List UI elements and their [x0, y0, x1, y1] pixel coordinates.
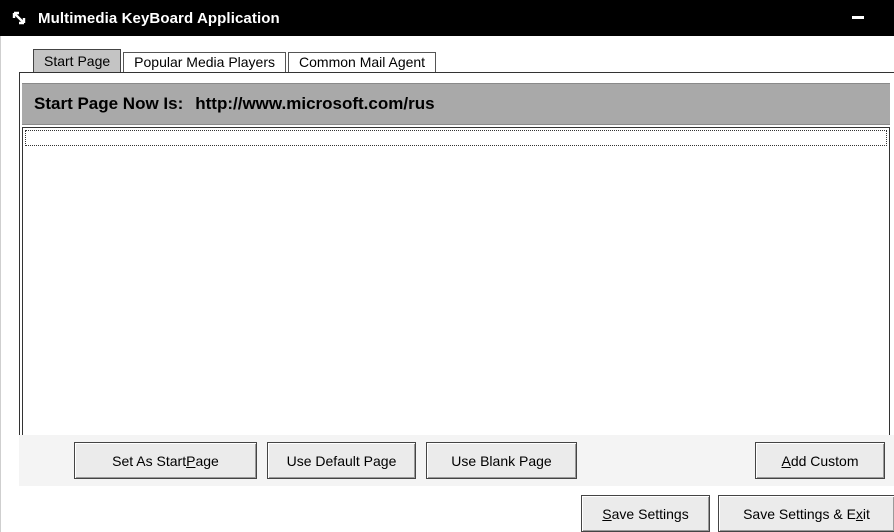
window-title: Multimedia KeyBoard Application	[38, 9, 280, 27]
start-page-label: Start Page Now Is:	[34, 94, 184, 113]
button-label: ave Settings	[611, 505, 689, 522]
button-label: Set As Start	[112, 452, 187, 469]
use-blank-page-button[interactable]: Use Blank Page	[426, 442, 577, 479]
add-custom-button[interactable]: Add Custom	[755, 442, 885, 479]
button-mnemonic: x	[855, 505, 863, 522]
tab-common-mail-agent[interactable]: Common Mail Agent	[288, 52, 437, 72]
start-page-header: Start Page Now Is: http://www.microsoft.…	[22, 83, 890, 125]
app-arrow-icon[interactable]	[8, 7, 30, 29]
pages-listbox[interactable]	[22, 127, 890, 471]
button-mnemonic: S	[602, 505, 612, 522]
button-mnemonic: P	[186, 452, 196, 469]
tab-start-page[interactable]: Start Page	[33, 49, 122, 72]
minimize-icon[interactable]	[848, 8, 868, 28]
start-page-url: http://www.microsoft.com/rus	[195, 94, 435, 113]
button-label: it	[862, 505, 870, 522]
title-bar[interactable]: Multimedia KeyBoard Application	[0, 0, 894, 36]
button-mnemonic: A	[781, 452, 791, 469]
button-label: Use Default Page	[286, 452, 397, 469]
start-page-panel: Start Page Now Is: http://www.microsoft.…	[19, 72, 894, 486]
set-as-start-page-button[interactable]: Set As Start Page	[74, 442, 257, 479]
use-default-page-button[interactable]: Use Default Page	[267, 442, 416, 479]
button-label: Use Blank Page	[451, 452, 552, 469]
window-body: Start Page Popular Media Players Common …	[0, 36, 894, 532]
button-label: dd Custom	[790, 452, 859, 469]
button-label: Save Settings & E	[743, 505, 856, 522]
save-settings-exit-button[interactable]: Save Settings & Ex it	[718, 495, 894, 532]
save-settings-button[interactable]: Save Settings	[581, 495, 710, 532]
tab-popular-media-players[interactable]: Popular Media Players	[123, 52, 287, 72]
tab-strip: Start Page Popular Media Players Common …	[33, 49, 438, 72]
list-item[interactable]	[25, 130, 887, 146]
button-label: age	[195, 452, 219, 469]
